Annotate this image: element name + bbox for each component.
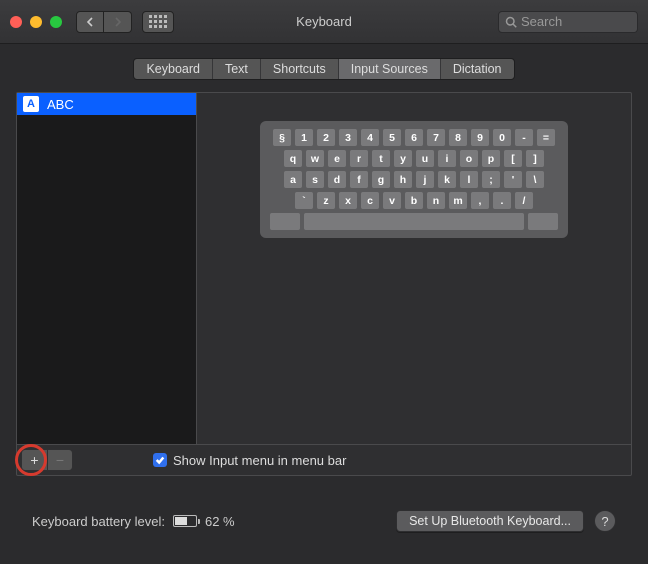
grid-icon [149, 15, 167, 28]
key: n [427, 192, 445, 209]
add-source-button[interactable]: + [21, 449, 47, 471]
key [270, 213, 300, 230]
setup-bluetooth-keyboard-button[interactable]: Set Up Bluetooth Keyboard... [396, 510, 584, 532]
remove-source-button[interactable]: − [47, 449, 73, 471]
key: 6 [405, 129, 423, 146]
key: z [317, 192, 335, 209]
key: 7 [427, 129, 445, 146]
tab-keyboard[interactable]: Keyboard [134, 59, 213, 79]
key: m [449, 192, 467, 209]
keyboard-preview: §1234567890-= qwertyuiop[] asdfghjkl;'\ `zx… [260, 121, 568, 238]
key: [ [504, 150, 522, 167]
keyboard-row: §1234567890-= [270, 129, 558, 146]
key: w [306, 150, 324, 167]
key: q [284, 150, 302, 167]
key: ] [526, 150, 544, 167]
tab-dictation[interactable]: Dictation [441, 59, 514, 79]
tab-bar: KeyboardTextShortcutsInput SourcesDictat… [16, 58, 632, 80]
key: y [394, 150, 412, 167]
titlebar: Keyboard Search [0, 0, 648, 44]
key: . [493, 192, 511, 209]
panel-footer: + − Show Input menu in menu bar [17, 445, 631, 475]
window-controls [10, 16, 62, 28]
key: l [460, 171, 478, 188]
key: 0 [493, 129, 511, 146]
battery-label: Keyboard battery level: [32, 514, 165, 529]
key: s [306, 171, 324, 188]
show-all-button[interactable] [142, 11, 174, 33]
key: e [328, 150, 346, 167]
source-item[interactable]: A ABC [17, 93, 196, 115]
key: u [416, 150, 434, 167]
checkmark-icon [155, 455, 165, 465]
battery-icon [173, 515, 197, 527]
key: d [328, 171, 346, 188]
search-placeholder: Search [521, 14, 562, 29]
search-field[interactable]: Search [498, 11, 638, 33]
key: § [273, 129, 291, 146]
show-input-menu-label: Show Input menu in menu bar [173, 453, 346, 468]
zoom-window-button[interactable] [50, 16, 62, 28]
keyboard-row [270, 213, 558, 230]
input-sources-panel: A ABC §1234567890-= qwertyuiop[] asdfghjkl;… [16, 92, 632, 476]
key: ; [482, 171, 500, 188]
key: , [471, 192, 489, 209]
tab-shortcuts[interactable]: Shortcuts [261, 59, 339, 79]
forward-button[interactable] [104, 11, 132, 33]
key: 9 [471, 129, 489, 146]
keyboard-row: qwertyuiop[] [270, 150, 558, 167]
key: f [350, 171, 368, 188]
key: 5 [383, 129, 401, 146]
key: i [438, 150, 456, 167]
key: p [482, 150, 500, 167]
key: c [361, 192, 379, 209]
spacebar-key [304, 213, 524, 230]
help-button[interactable]: ? [594, 510, 616, 532]
key: ` [295, 192, 313, 209]
key: 4 [361, 129, 379, 146]
key: g [372, 171, 390, 188]
show-input-menu-checkbox[interactable] [153, 453, 167, 467]
key: \ [526, 171, 544, 188]
key: o [460, 150, 478, 167]
key: b [405, 192, 423, 209]
key: = [537, 129, 555, 146]
key: x [339, 192, 357, 209]
keyboard-row: asdfghjkl;'\ [270, 171, 558, 188]
key: v [383, 192, 401, 209]
search-icon [505, 16, 517, 28]
close-window-button[interactable] [10, 16, 22, 28]
key [528, 213, 558, 230]
keyboard-preview-area: §1234567890-= qwertyuiop[] asdfghjkl;'\ `zx… [197, 93, 631, 444]
back-button[interactable] [76, 11, 104, 33]
key: h [394, 171, 412, 188]
key: j [416, 171, 434, 188]
key: a [284, 171, 302, 188]
key: 1 [295, 129, 313, 146]
input-source-icon: A [23, 96, 39, 112]
sources-list[interactable]: A ABC [17, 93, 197, 444]
key: - [515, 129, 533, 146]
tab-input-sources[interactable]: Input Sources [339, 59, 441, 79]
key: ' [504, 171, 522, 188]
content: KeyboardTextShortcutsInput SourcesDictat… [0, 44, 648, 532]
keyboard-row: `zxcvbnm,./ [270, 192, 558, 209]
key: 3 [339, 129, 357, 146]
tab-text[interactable]: Text [213, 59, 261, 79]
minimize-window-button[interactable] [30, 16, 42, 28]
key: / [515, 192, 533, 209]
key: 2 [317, 129, 335, 146]
key: t [372, 150, 390, 167]
key: k [438, 171, 456, 188]
key: r [350, 150, 368, 167]
footer: Keyboard battery level: 62 % Set Up Blue… [16, 510, 632, 532]
source-label: ABC [47, 97, 74, 112]
key: 8 [449, 129, 467, 146]
battery-percent: 62 % [205, 514, 235, 529]
nav-group [76, 11, 132, 33]
